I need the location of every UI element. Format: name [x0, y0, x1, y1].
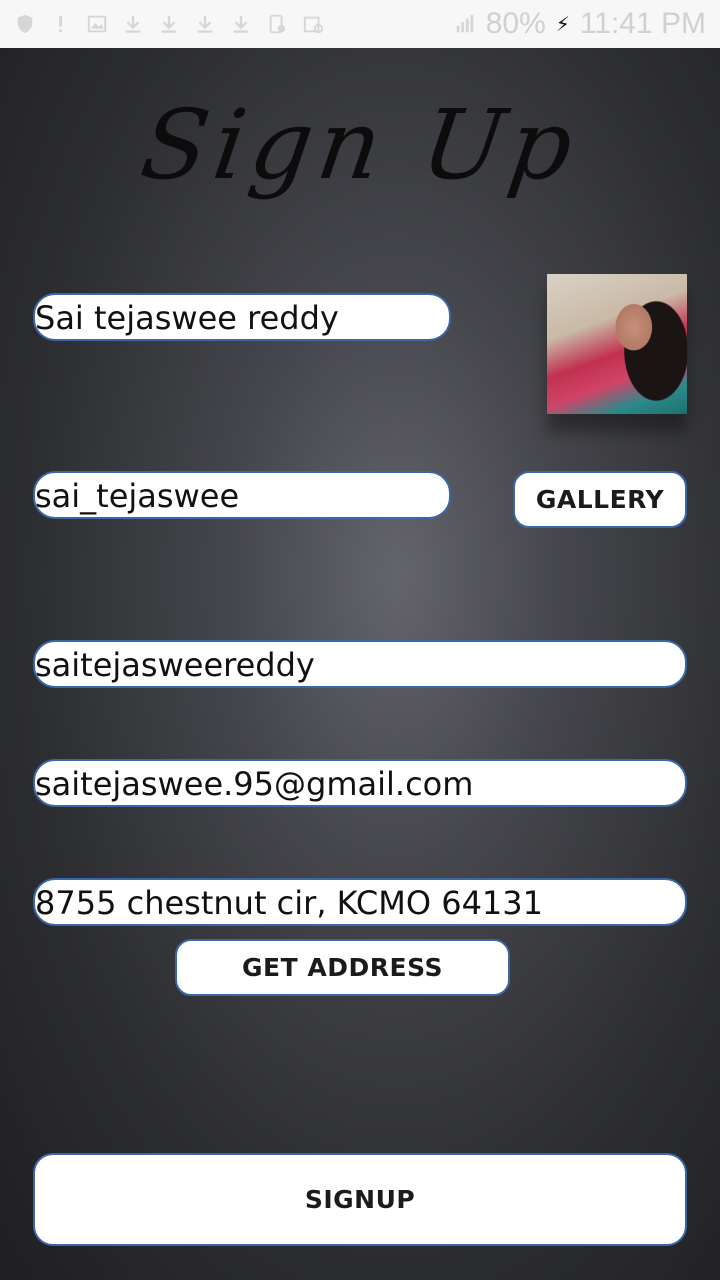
password-field[interactable]: saitejasweereddy: [33, 640, 687, 688]
page-title: Sign Up: [134, 89, 586, 201]
email-field[interactable]: saitejaswee.95@gmail.com: [33, 759, 687, 807]
name-field[interactable]: Sai tejaswee reddy: [33, 293, 451, 341]
profile-photo[interactable]: [547, 274, 687, 414]
status-right: 80% ⚡ 11:41 PM: [454, 7, 706, 41]
image-icon: [86, 13, 108, 35]
phone-icon: [266, 13, 288, 35]
gallery-button[interactable]: GALLERY: [513, 471, 687, 528]
get-address-button[interactable]: GET ADDRESS: [175, 939, 510, 996]
charging-icon: ⚡: [555, 13, 570, 36]
status-bar: 80% ⚡ 11:41 PM: [0, 0, 720, 48]
battery-percent: 80%: [485, 7, 546, 40]
signal-icon: [454, 13, 476, 35]
notification-icon: [50, 13, 72, 35]
download-icon: [230, 13, 252, 35]
clock: 11:41 PM: [579, 7, 706, 40]
notification-icons: [14, 13, 324, 35]
address-field[interactable]: 8755 chestnut cir, KCMO 64131: [33, 878, 687, 926]
download-icon: [158, 13, 180, 35]
signup-button[interactable]: SIGNUP: [33, 1153, 687, 1246]
username-field[interactable]: sai_tejaswee: [33, 471, 451, 519]
download-icon: [122, 13, 144, 35]
download-icon: [194, 13, 216, 35]
shield-icon: [14, 13, 36, 35]
avatar-image: [547, 274, 687, 414]
image-edit-icon: [302, 13, 324, 35]
